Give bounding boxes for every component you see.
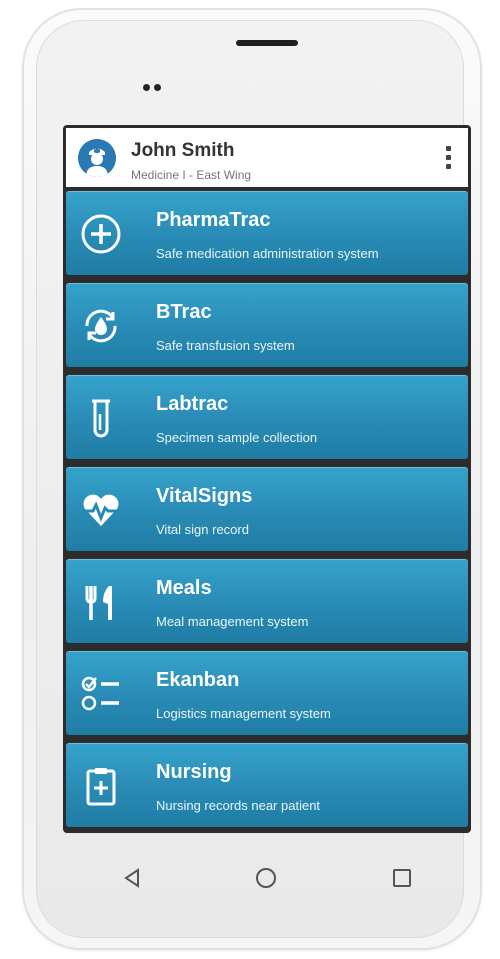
user-header: John Smith Medicine I - East Wing (66, 128, 468, 187)
user-location: Medicine I - East Wing (131, 168, 252, 182)
app-subtitle: Meal management system (156, 614, 309, 629)
checklist-icon (78, 671, 124, 717)
app-title: PharmaTrac (156, 209, 271, 231)
app-tile-vitalsigns[interactable]: VitalSigns Vital sign record (66, 467, 468, 551)
nurse-avatar-icon[interactable] (78, 139, 116, 177)
navigation-bar (100, 858, 420, 898)
app-subtitle: Safe medication administration system (156, 246, 379, 261)
app-title: Meals (156, 577, 212, 599)
user-name: John Smith (131, 140, 235, 161)
app-tile-ekanban[interactable]: Ekanban Logistics management system (66, 651, 468, 735)
more-vertical-icon[interactable] (446, 146, 452, 174)
phone-screen: John Smith Medicine I - East Wing Pharma… (63, 125, 471, 833)
app-title: Labtrac (156, 393, 229, 415)
recent-apps-icon[interactable] (382, 858, 422, 898)
front-camera (143, 84, 150, 91)
app-tile-meals[interactable]: Meals Meal management system (66, 559, 468, 643)
app-tile-pharmatrac[interactable]: PharmaTrac Safe medication administratio… (66, 191, 468, 275)
home-icon[interactable] (246, 858, 286, 898)
app-subtitle: Vital sign record (156, 522, 249, 537)
app-title: VitalSigns (156, 485, 253, 507)
app-subtitle: Safe transfusion system (156, 338, 295, 353)
back-icon[interactable] (112, 858, 152, 898)
app-title: Ekanban (156, 669, 240, 691)
front-sensor (154, 84, 161, 91)
app-tile-nursing[interactable]: Nursing Nursing records near patient (66, 743, 468, 827)
earpiece-speaker (236, 40, 298, 46)
blood-drop-cycle-icon (78, 303, 124, 349)
app-subtitle: Specimen sample collection (156, 430, 318, 445)
app-subtitle: Nursing records near patient (156, 798, 321, 813)
app-tile-btrac[interactable]: BTrac Safe transfusion system (66, 283, 468, 367)
app-subtitle: Logistics management system (156, 706, 331, 721)
app-tile-labtrac[interactable]: Labtrac Specimen sample collection (66, 375, 468, 459)
heart-pulse-icon (78, 487, 124, 533)
test-tube-icon (78, 395, 124, 441)
clipboard-plus-icon (78, 763, 124, 809)
fork-knife-icon (78, 579, 124, 625)
app-list: PharmaTrac Safe medication administratio… (66, 191, 468, 833)
app-title: BTrac (156, 301, 212, 323)
plus-circle-icon (78, 211, 124, 257)
app-title: Nursing (156, 761, 232, 783)
